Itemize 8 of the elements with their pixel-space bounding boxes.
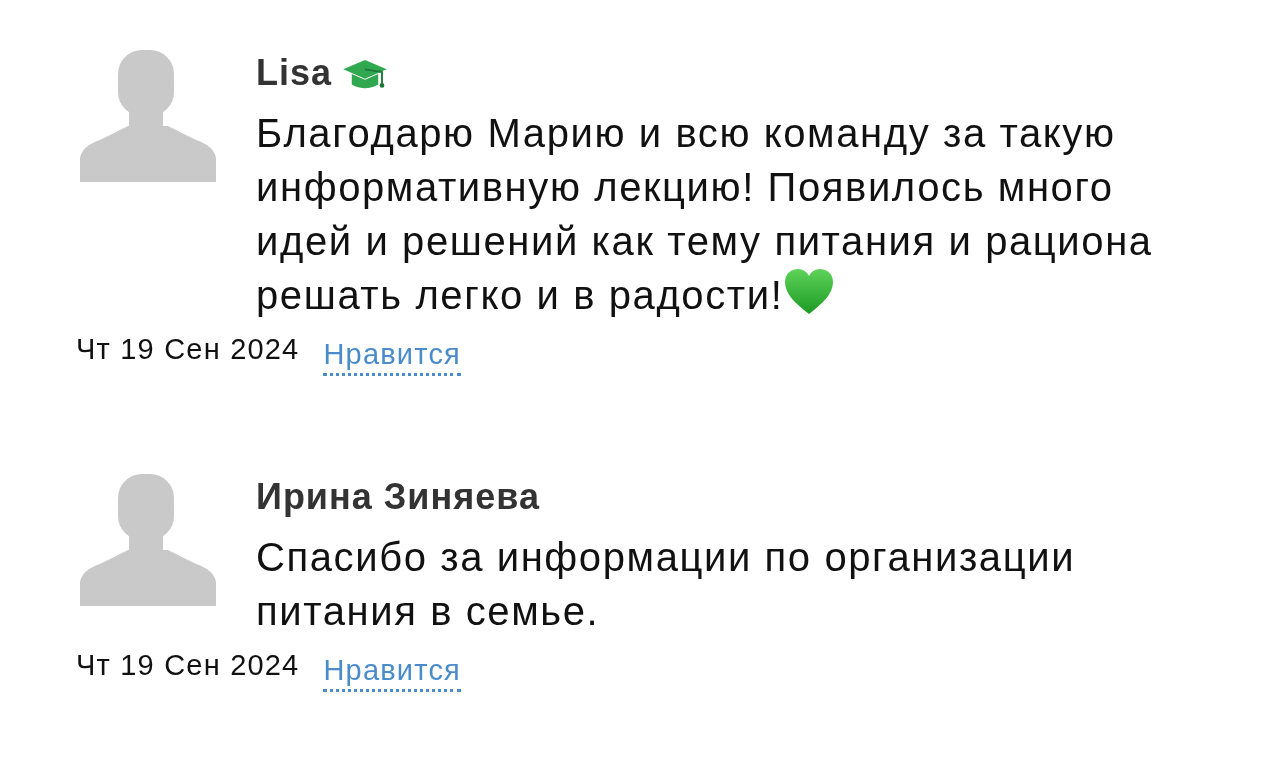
comment-text: Спасибо за информации по организации питания в семье. [256, 535, 1076, 633]
like-link[interactable]: Нравится [323, 336, 462, 376]
comment-date: Чт 19 Сен 2024 [76, 648, 300, 684]
author-name: Lisa [256, 51, 333, 95]
comment-date: Чт 19 Сен 2024 [76, 332, 300, 368]
comment-text: Благодарю Марию и всю команду за такую информативную лекцию! Появилось много идей и решений как тему питания и рациона решать легко и в радости! [256, 111, 1153, 317]
like-link[interactable]: Нравится [323, 652, 462, 692]
author-name: Ирина Зиняева [256, 475, 540, 519]
